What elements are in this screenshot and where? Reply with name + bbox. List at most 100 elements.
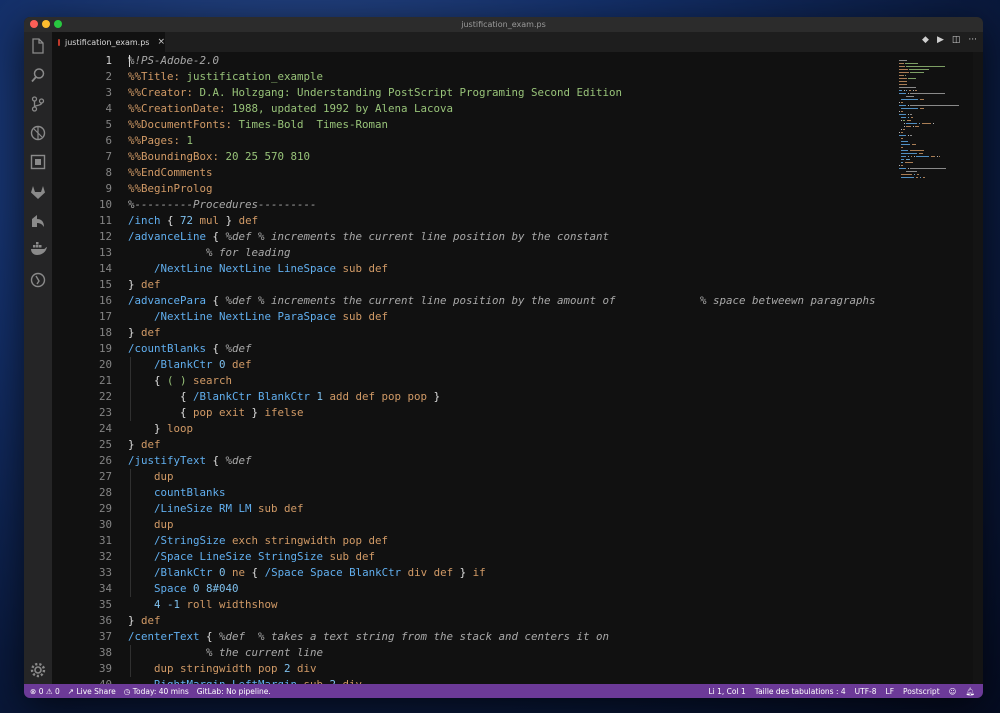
code-token: D.A. Holzgang: Understanding PostScript … [199,86,623,99]
code-line[interactable]: 8 %%EndComments [52,165,952,181]
code-line[interactable]: 19/countBlanks { %def [52,341,952,357]
code-line[interactable]: 18} def [52,325,952,341]
minimap-segment [908,117,909,118]
line-number: 4 [105,102,112,115]
code-line[interactable]: 21 { ( ) search [52,373,952,389]
minimap-segment [901,156,906,157]
maximize-window-button[interactable] [54,20,62,28]
minimap-segment [904,126,905,127]
code-line[interactable]: 9 %%BeginProlog [52,181,952,197]
code-line[interactable]: 35 4 -1 roll widthshow [52,597,952,613]
minimap-segment [899,93,906,94]
code-line[interactable]: 31 /StringSize exch stringwidth pop def [52,533,952,549]
live-share-status[interactable]: ↗ Live Share [68,687,116,696]
code-token: %%DocumentFonts: [128,118,239,131]
code-line[interactable]: 12/advanceLine { %def % increments the c… [52,229,952,245]
error-count: 0 [38,686,44,696]
code-line[interactable]: 34 Space 0 8#040 [52,581,952,597]
split-editor-icon[interactable]: ◫ [952,35,961,45]
minimize-window-button[interactable] [42,20,50,28]
feedback-smiley-icon[interactable]: ☺ [949,687,957,696]
code-line[interactable]: 33 /BlankCtr 0 ne { /Space Space BlankCt… [52,565,952,581]
problems-indicator[interactable]: ⊗ 0 ⚠ 0 [30,687,60,696]
close-window-button[interactable] [30,20,38,28]
language-mode[interactable]: Postscript [903,687,940,696]
open-changes-icon[interactable]: ◆ [922,35,929,45]
code-line[interactable]: 16/advancePara { %def % increments the c… [52,293,952,309]
minimap-segment [901,120,902,121]
code-line[interactable]: 6 %%Pages: 1 [52,133,952,149]
search-icon[interactable] [30,67,46,83]
minimap-segment [899,132,900,133]
gitlab-icon[interactable] [30,184,46,200]
minimap-segment [908,135,909,136]
eol-setting[interactable]: LF [886,687,895,696]
line-number: 29 [98,502,112,515]
code-line[interactable]: 15} def [52,277,952,293]
code-line[interactable]: 32 /Space LineSize StringSize sub def [52,549,952,565]
code-line[interactable]: 2 %%Title: justification_example [52,69,952,85]
code-line[interactable]: 26/justifyText { %def [52,453,952,469]
code-token: /advancePara [128,294,207,307]
source-control-icon[interactable] [30,96,46,112]
explorer-icon[interactable] [30,38,46,54]
code-line[interactable]: 14 /NextLine NextLine LineSpace sub def [52,261,952,277]
code-line[interactable]: 25} def [52,437,952,453]
encoding-setting[interactable]: UTF-8 [855,687,877,696]
code-line[interactable]: 39 dup stringwidth pop 2 div [52,661,952,677]
line-number: 31 [98,534,112,547]
code-line[interactable]: 40 RightMargin LeftMargin sub 2 div [52,677,952,684]
code-token: } [128,326,142,339]
cursor-position[interactable]: Li 1, Col 1 [708,687,745,696]
run-icon[interactable]: ▶ [937,35,944,45]
code-line[interactable]: 7 %%BoundingBox: 20 25 570 810 [52,149,952,165]
minimap[interactable] [899,60,961,220]
code-line[interactable]: 28 countBlanks [52,485,952,501]
code-token: { [160,214,181,227]
code-line[interactable]: 1 %!PS-Adobe-2.0 [52,53,952,69]
minimap-segment [910,168,946,169]
code-line[interactable]: 38 % the current line [52,645,952,661]
code-line[interactable]: 22 { /BlankCtr BlankCtr 1 add def pop po… [52,389,952,405]
timer-icon[interactable] [30,272,46,288]
code-line[interactable]: 24 } loop [52,421,952,437]
notifications-bell-icon[interactable]: 🔔︎ [965,687,975,696]
code-token: } [219,214,239,227]
code-line[interactable]: 5 %%DocumentFonts: Times-Bold Times-Roman [52,117,952,133]
docker-icon[interactable] [30,242,47,258]
minimap-segment [901,108,918,109]
minimap-segment [899,87,916,88]
code-line[interactable]: 11/inch { 72 mul } def [52,213,952,229]
gitlab-pipeline-status[interactable]: GitLab: No pipeline. [197,687,271,696]
tab-justification-exam[interactable]: justification_exam.ps × [52,32,165,52]
minimap-segment [901,132,903,133]
extensions-icon[interactable] [30,154,46,170]
code-line[interactable]: 13 % for leading [52,245,952,261]
close-tab-icon[interactable]: × [157,37,165,47]
live-share-icon[interactable] [30,213,46,229]
indentation-setting[interactable]: Taille des tabulations : 4 [755,687,846,696]
time-tracker[interactable]: ◷ Today: 40 mins [124,687,189,696]
code-line[interactable]: 30 dup [52,517,952,533]
minimap-segment [899,69,908,70]
code-line[interactable]: 37/centerText { %def % takes a text stri… [52,629,952,645]
code-line[interactable]: 17 /NextLine NextLine ParaSpace sub def [52,309,952,325]
line-number: 2 [105,70,112,83]
code-line[interactable]: 10 %---------Procedures--------- [52,197,952,213]
code-editor[interactable]: 1 %!PS-Adobe-2.0 2 %%Title: justification_e… [52,52,983,684]
minimap-segment [899,60,907,61]
code-line[interactable]: 36} def [52,613,952,629]
code-line[interactable]: 4 %%CreationDate: 1988, updated 1992 by A… [52,101,952,117]
code-line[interactable]: 3 %%Creator: D.A. Holzgang: Understanding… [52,85,952,101]
minimap-segment [899,63,904,64]
code-line[interactable]: 23 { pop exit } ifelse [52,405,952,421]
more-actions-icon[interactable]: ··· [968,35,977,45]
code-line[interactable]: 27 dup [52,469,952,485]
minimap-segment [911,117,913,118]
debug-icon[interactable] [30,125,46,141]
code-token: roll widthshow [180,598,278,611]
vertical-scrollbar[interactable] [973,52,983,684]
settings-gear-icon[interactable] [30,662,46,678]
code-line[interactable]: 20 /BlankCtr 0 def [52,357,952,373]
code-line[interactable]: 29 /LineSize RM LM sub def [52,501,952,517]
